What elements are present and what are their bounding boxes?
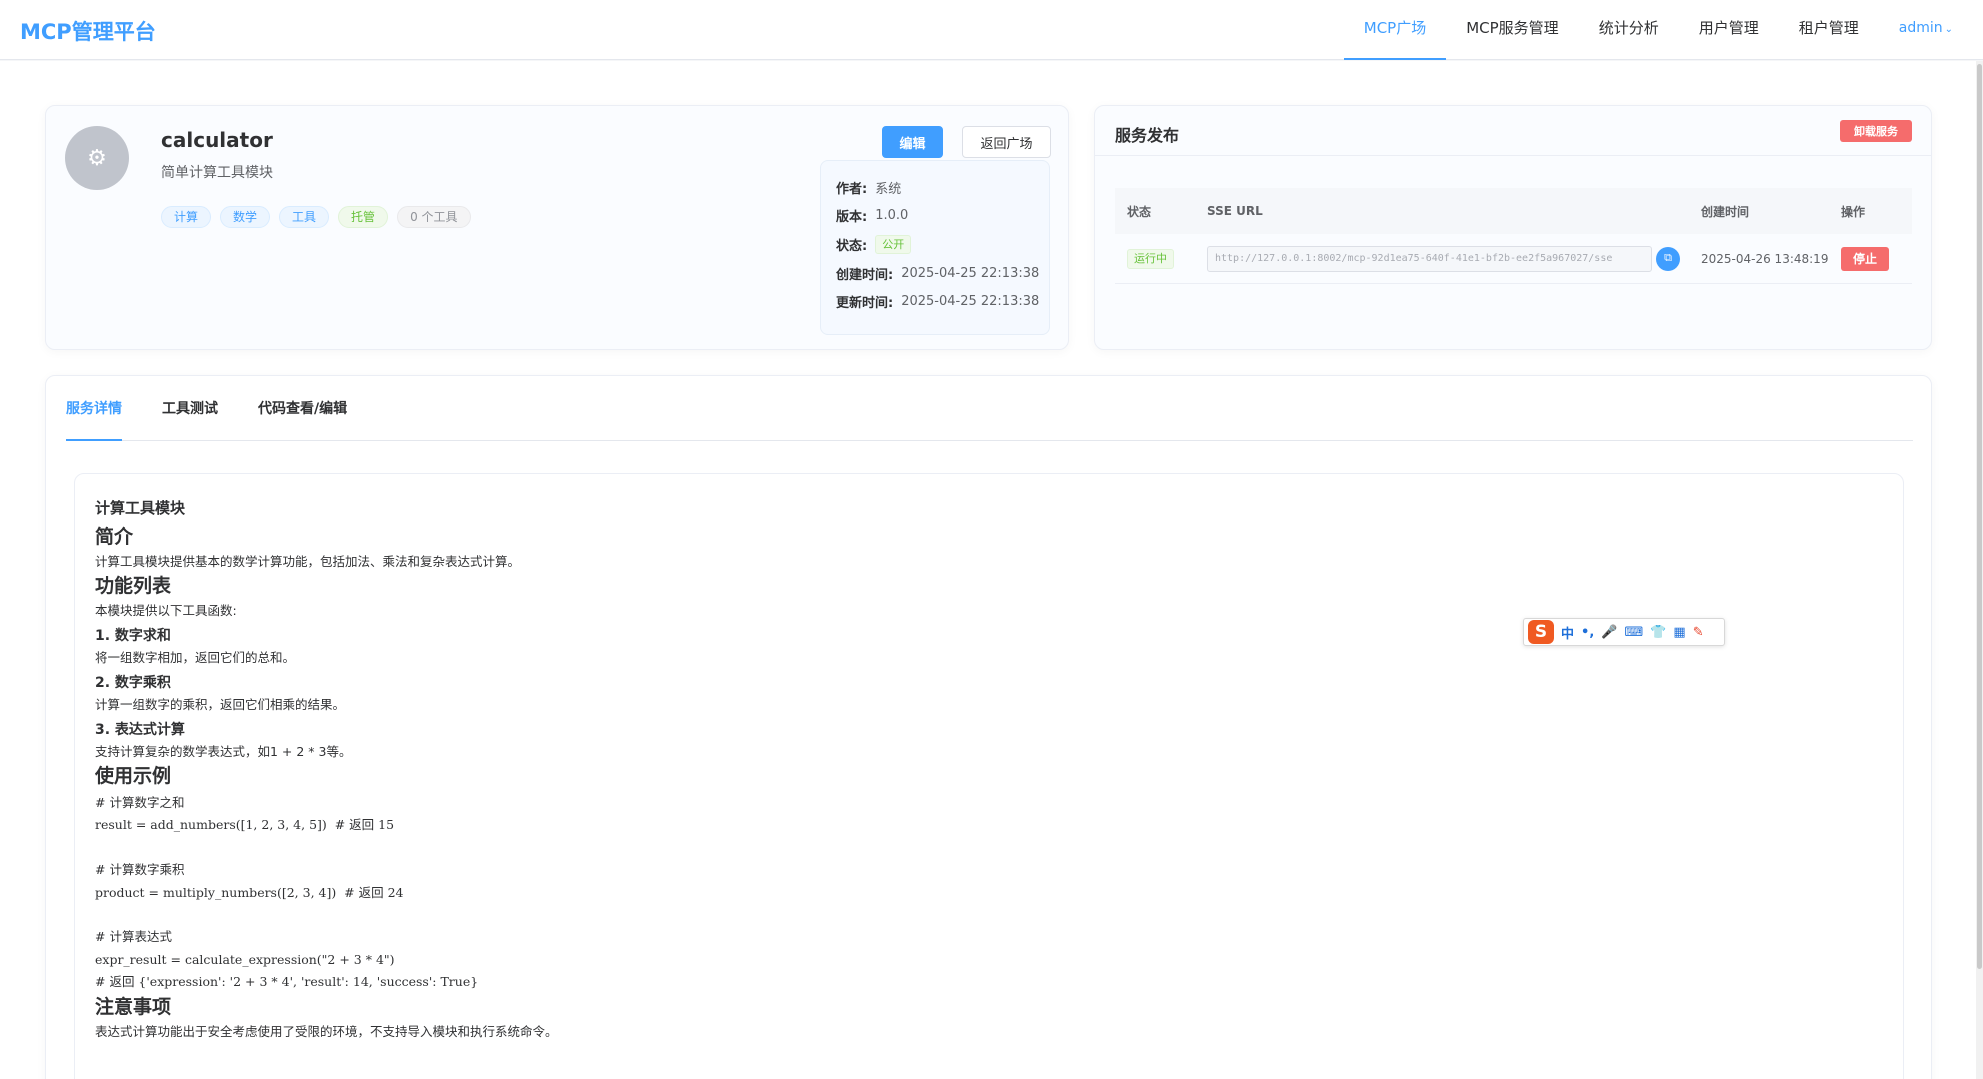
col-actions: 操作: [1841, 204, 1866, 219]
col-created: 创建时间: [1701, 204, 1750, 219]
publish-table-header: 状态 SSE URL 创建时间 操作: [1115, 188, 1912, 234]
doc-feature-3-title: 3. 表达式计算: [95, 722, 185, 738]
tag-calc: 计算: [161, 206, 212, 228]
col-status: 状态: [1127, 204, 1152, 219]
stop-button[interactable]: 停止: [1841, 246, 1889, 271]
doc-code-block: # 计算数字之和 result = add_numbers([1, 2, 3, …: [95, 795, 479, 990]
copy-url-button[interactable]: ⧉: [1656, 246, 1680, 271]
meta-updated-value: 2025-04-25 22:13:38: [901, 294, 1040, 310]
unload-service-button[interactable]: 卸载服务: [1840, 120, 1912, 142]
status-badge: 公开: [875, 234, 912, 254]
divider: [1095, 155, 1931, 156]
doc-heading-features: 功能列表: [95, 575, 172, 597]
service-avatar: ⚙: [65, 126, 129, 190]
service-name: calculator: [161, 128, 273, 152]
meta-author-label: 作者:: [836, 181, 868, 197]
user-menu[interactable]: admin ⌄: [1879, 0, 1983, 60]
row-created: 2025-04-26 13:48:19: [1701, 251, 1829, 266]
detail-tabs: 服务详情 工具测试 代码查看/编辑: [66, 396, 1913, 441]
service-meta-panel: 作者: 系统 版本: 1.0.0 状态: 公开 创建时间: 2025-04-25 22:…: [820, 160, 1050, 335]
tab-service-details[interactable]: 服务详情: [66, 396, 122, 441]
toolbox-icon[interactable]: ▦: [1673, 625, 1685, 640]
doc-feature-1-desc: 将一组数字相加，返回它们的总和。: [95, 650, 296, 665]
doc-heading-intro: 简介: [95, 526, 134, 548]
doc-title: 计算工具模块: [95, 499, 186, 517]
service-tags: 计算 数学 工具 托管 0 个工具: [161, 206, 471, 228]
meta-status-label: 状态:: [836, 238, 868, 254]
doc-feature-3-desc: 支持计算复杂的数学表达式，如1 + 2 * 3等。: [95, 744, 352, 759]
doc-feature-2-title: 2. 数字乘积: [95, 675, 171, 691]
back-to-square-button[interactable]: 返回广场: [962, 126, 1051, 158]
chevron-down-icon: ⌄: [1944, 24, 1953, 35]
keyboard-icon[interactable]: ⌨: [1624, 625, 1643, 640]
doc-intro-text: 计算工具模块提供基本的数学计算功能，包括加法、乘法和复杂表达式计算。: [95, 554, 521, 569]
doc-heading-notes: 注意事项: [95, 995, 172, 1018]
row-url-cell: ⧉: [1207, 234, 1680, 283]
running-badge: 运行中: [1127, 248, 1174, 269]
doc-notes-text: 表达式计算功能出于安全考虑使用了受限的环境，不支持导入模块和执行系统命令。: [95, 1023, 558, 1039]
doc-feature-2-desc: 计算一组数字的乘积，返回它们相乘的结果。: [95, 697, 346, 712]
meta-author-value: 系统: [875, 181, 902, 197]
sogou-logo-icon[interactable]: S: [1528, 620, 1554, 644]
ime-chinese-mode[interactable]: 中: [1561, 623, 1574, 642]
tab-tool-test[interactable]: 工具测试: [162, 396, 218, 441]
markdown-content: 计算工具模块 简介 计算工具模块提供基本的数学计算功能，包括加法、乘法和复杂表达…: [74, 473, 1904, 1079]
publish-title: 服务发布: [1115, 126, 1180, 145]
nav-statistics[interactable]: 统计分析: [1579, 0, 1679, 60]
microphone-icon[interactable]: 🎤: [1601, 625, 1617, 640]
tag-math: 数学: [220, 206, 271, 228]
gear-icon: ⚙: [87, 145, 107, 171]
table-row: 运行中 ⧉ 2025-04-26 13:48:19 停止: [1115, 234, 1912, 284]
ime-toolbar[interactable]: S 中 •, 🎤 ⌨ 👕 ▦ ✎: [1523, 618, 1725, 646]
meta-status: 状态: 公开: [836, 230, 1049, 259]
meta-created-label: 创建时间:: [836, 267, 894, 283]
service-publish-card: 服务发布 卸载服务 状态 SSE URL 创建时间 操作 运行中 ⧉ 2025-…: [1094, 105, 1932, 350]
row-action-cell: 停止: [1841, 234, 1889, 283]
main-nav: MCP广场 MCP服务管理 统计分析 用户管理 租户管理 admin ⌄: [1343, 0, 1983, 60]
scrollbar-thumb[interactable]: [1977, 64, 1982, 969]
meta-updated-label: 更新时间:: [836, 296, 894, 312]
row-status-cell: 运行中: [1127, 234, 1174, 283]
top-navbar: MCP管理平台 MCP广场 MCP服务管理 统计分析 用户管理 租户管理 adm…: [0, 0, 1983, 60]
doc-heading-examples: 使用示例: [95, 765, 172, 787]
tag-tool-count: 0 个工具: [397, 206, 471, 228]
meta-version-label: 版本:: [836, 210, 868, 226]
tag-tool: 工具: [279, 206, 330, 228]
copy-icon: ⧉: [1664, 252, 1672, 264]
nav-mcp-square[interactable]: MCP广场: [1343, 0, 1447, 60]
meta-created: 创建时间: 2025-04-25 22:13:38: [836, 259, 1049, 288]
nav-user-management[interactable]: 用户管理: [1679, 0, 1779, 60]
meta-version-value: 1.0.0: [875, 208, 909, 224]
edit-button[interactable]: 编辑: [882, 126, 943, 158]
skin-icon[interactable]: 👕: [1650, 625, 1666, 640]
service-description: 简单计算工具模块: [161, 165, 273, 181]
settings-pen-icon[interactable]: ✎: [1693, 625, 1704, 640]
nav-tenant-management[interactable]: 租户管理: [1779, 0, 1879, 60]
service-detail-card: 服务详情 工具测试 代码查看/编辑 计算工具模块 简介 计算工具模块提供基本的数…: [45, 375, 1932, 1079]
nav-mcp-service-management[interactable]: MCP服务管理: [1446, 0, 1578, 60]
meta-created-value: 2025-04-25 22:13:38: [901, 265, 1040, 281]
brand-logo[interactable]: MCP管理平台: [20, 16, 156, 46]
tab-code-view-edit[interactable]: 代码查看/编辑: [258, 396, 347, 441]
tag-hosted: 托管: [338, 206, 389, 228]
meta-updated: 更新时间: 2025-04-25 22:13:38: [836, 287, 1049, 316]
meta-author: 作者: 系统: [836, 173, 1049, 202]
col-sse-url: SSE URL: [1207, 204, 1263, 218]
user-name: admin: [1898, 20, 1943, 36]
service-info-card: ⚙ calculator 简单计算工具模块 计算 数学 工具 托管 0 个工具 …: [45, 105, 1069, 350]
ime-punctuation-icon[interactable]: •,: [1581, 625, 1594, 640]
meta-version: 版本: 1.0.0: [836, 202, 1049, 231]
sse-url-input[interactable]: [1207, 245, 1652, 272]
